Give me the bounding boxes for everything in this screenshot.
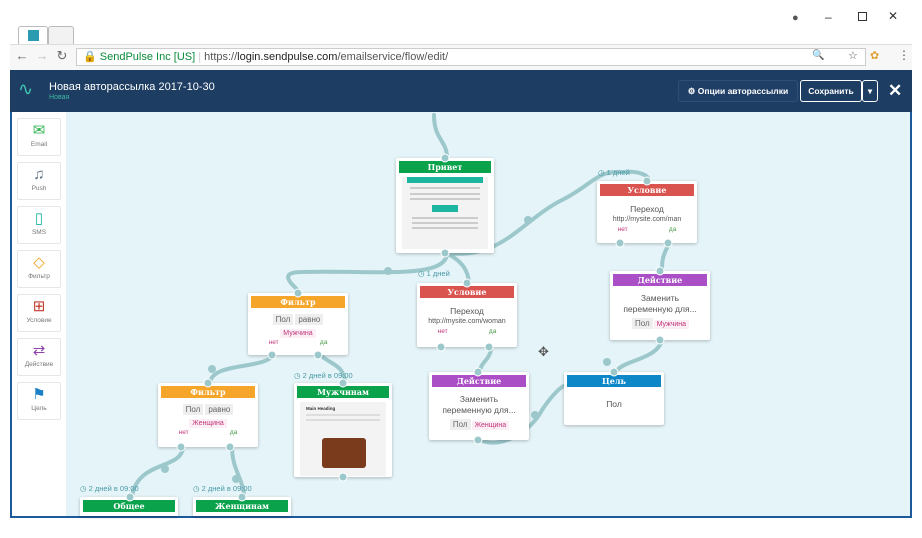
- sidebar-item-email[interactable]: ✉ Email: [17, 118, 61, 156]
- delay-label: ◷ 1 дней: [418, 269, 450, 278]
- flag-icon: ⚑: [32, 386, 46, 403]
- email-node-men[interactable]: Мужчинам Main Heading: [294, 383, 392, 477]
- node-title: Общее: [83, 500, 175, 512]
- bookmark-star-icon[interactable]: ☆: [848, 49, 858, 62]
- email-node-women[interactable]: Женщинам: [193, 497, 291, 516]
- sidebar-item-push[interactable]: ♫ Push: [17, 162, 61, 200]
- bell-icon: ♫: [33, 166, 45, 183]
- node-title: Женщинам: [196, 500, 288, 512]
- condition-node-man[interactable]: Условие Переход http://mysite.com/man не…: [597, 181, 697, 243]
- node-title: Условие: [420, 286, 514, 298]
- close-window-button[interactable]: ✕: [888, 9, 898, 23]
- browser-tab-active[interactable]: [18, 26, 48, 44]
- filter-node-woman[interactable]: Фильтр переменных Полравно Женщина нетда: [158, 383, 258, 447]
- sendpulse-favicon-icon: [27, 30, 39, 41]
- email-node-general[interactable]: Общее: [80, 497, 178, 516]
- email-icon: ✉: [32, 122, 46, 139]
- connection-line: [660, 241, 672, 273]
- node-title: Цель: [567, 375, 661, 387]
- sidebar: ✉ Email ♫ Push ▯ SMS ◇ Фильтр ⊞ Условие ⇄ Дейс…: [12, 112, 66, 516]
- condition-icon: ⊞: [32, 298, 46, 315]
- node-title: Действие: [432, 375, 526, 387]
- connection-line: [478, 345, 493, 374]
- filter-icon: ◇: [33, 254, 45, 271]
- connection-line: [614, 338, 664, 374]
- maximize-button[interactable]: [858, 12, 867, 21]
- delay-label: ◷ 2 дней в 09:00: [80, 484, 139, 493]
- node-title: Мужчинам: [297, 386, 389, 398]
- lock-icon: 🔒: [83, 51, 97, 63]
- condition-node-woman[interactable]: Условие Переход http://mysite.com/woman …: [417, 283, 517, 347]
- connection-line: [208, 353, 276, 385]
- url-input[interactable]: 🔒 SendPulse Inc [US] | https://login.sen…: [76, 48, 866, 66]
- page-title: Новая авторассылка 2017-10-30: [49, 81, 215, 93]
- phone-icon: ▯: [34, 210, 44, 227]
- node-title: Фильтр переменных: [161, 386, 255, 409]
- delay-label: ◷ 2 дней в 09:00: [294, 371, 353, 380]
- profile-icon[interactable]: ●: [792, 12, 799, 24]
- sidebar-item-action[interactable]: ⇄ Действие: [17, 338, 61, 376]
- email-node-privet[interactable]: Привет: [396, 158, 494, 253]
- sidebar-item-goal[interactable]: ⚑ Цель: [17, 382, 61, 420]
- sendpulse-logo-icon: ∿: [18, 79, 34, 99]
- connection-line: [432, 113, 449, 160]
- forward-button[interactable]: →: [34, 48, 50, 63]
- zoom-icon[interactable]: 🔍: [812, 50, 824, 61]
- node-title: Действие: [613, 274, 707, 286]
- move-cursor-icon: ✥: [538, 344, 549, 359]
- sidebar-item-condition[interactable]: ⊞ Условие: [17, 294, 61, 332]
- save-button[interactable]: Сохранить: [800, 80, 862, 102]
- delay-label: ◷ 2 дней в 09:00: [193, 484, 252, 493]
- node-title: Фильтр переменных: [251, 296, 345, 319]
- minimize-button[interactable]: –: [825, 10, 832, 24]
- chevron-down-icon: ▾: [867, 86, 873, 96]
- email-preview: [402, 177, 488, 249]
- product-image: [322, 438, 366, 468]
- new-tab-button[interactable]: [48, 26, 74, 44]
- action-icon: ⇄: [32, 342, 46, 359]
- connection-line: [448, 253, 471, 285]
- action-node-man[interactable]: Действие Заменить переменную для... Пол М…: [610, 271, 710, 340]
- connection-line: [130, 445, 185, 499]
- browser-menu-icon[interactable]: ⋮: [898, 48, 910, 62]
- browser-tab-bar: ● – ✕: [10, 0, 912, 44]
- save-dropdown-button[interactable]: ▾: [862, 80, 878, 102]
- close-editor-button[interactable]: ✕: [888, 81, 902, 101]
- email-preview: Main Heading: [300, 402, 386, 476]
- action-node-woman[interactable]: Действие Заменить переменную для... Пол Ж…: [429, 372, 529, 440]
- filter-node-man[interactable]: Фильтр переменных Полравно Мужчина нетда: [248, 293, 348, 355]
- node-title: Условие: [600, 184, 694, 196]
- reload-button[interactable]: ↻: [54, 48, 70, 64]
- extension-icon[interactable]: ✿: [870, 49, 879, 62]
- sidebar-item-filter[interactable]: ◇ Фильтр: [17, 250, 61, 288]
- status-label: Новая: [49, 94, 70, 101]
- back-button[interactable]: ←: [14, 48, 30, 63]
- delay-label: ◷ 1 дней: [598, 168, 630, 177]
- options-button[interactable]: ⚙ Опции авторассылки: [678, 80, 798, 102]
- goal-node[interactable]: Цель Пол: [564, 372, 664, 425]
- gear-icon: ⚙: [687, 86, 696, 96]
- node-title: Привет: [399, 161, 491, 173]
- sidebar-item-sms[interactable]: ▯ SMS: [17, 206, 61, 244]
